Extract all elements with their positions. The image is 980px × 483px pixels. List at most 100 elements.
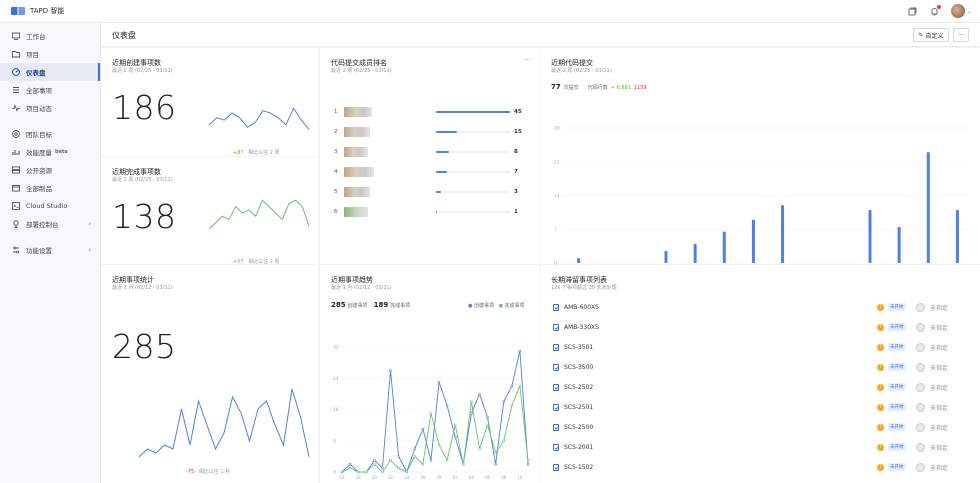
data-point [421,427,425,431]
bar [897,226,901,263]
app-logo[interactable]: TAPD 智能 [11,6,64,16]
sidebar-item-cloud-studio[interactable]: Cloud Studio [0,197,100,215]
data-point [405,470,408,474]
priority-icon: ! [877,383,884,391]
status-badge: 未开始 [888,443,906,451]
sidebar-item-team-goals[interactable]: 团队目标 [0,125,100,143]
avatar [916,322,925,332]
sidebar-item-workbench[interactable]: 工作台 [0,27,100,45]
data-point [486,423,489,427]
data-point [437,380,441,384]
more-button[interactable]: ··· [953,28,969,42]
y-tick-label: 8 [333,438,336,444]
delta-row: +87 相比以往 2 周 [233,149,280,156]
x-tick-label: 26 [420,475,426,480]
status-badge: 未开始 [888,363,906,371]
x-tick-label: 04 [469,475,475,480]
assignee: 未指定 [930,404,949,412]
chevron-right-icon: › [88,220,91,228]
sidebar-item-artifacts[interactable]: 全部制品 [0,179,100,197]
delta-row: -75 相比以往 1 月 [186,468,230,475]
sidebar-item-settings[interactable]: 功能设置 › [0,241,100,259]
task-icon [553,303,559,311]
bar [693,243,697,263]
data-point [494,462,497,466]
data-point [445,458,449,462]
rank-index: 1 [334,109,338,115]
rank-value: 7 [514,169,518,175]
member-avatar-blurred [344,147,368,157]
sidebar-item-dashboard[interactable]: 仪表盘 [0,63,100,81]
sidebar-item-label: 团队目标 [26,131,52,139]
user-menu[interactable]: ⌄ [950,4,972,18]
stale-item[interactable]: SCS-2502 ! 未开始 未指定 [553,377,958,397]
item-id: SCS-2500 [564,423,594,431]
bar [955,209,959,263]
x-tick-label: 28 [436,475,442,480]
card-stale-items: 长期滞留事项列表 126 个事项超过 28 天未处理 AMB-600XS ! 未… [540,265,980,483]
priority-icon: ! [877,343,884,351]
sidebar-item-deploy-console[interactable]: 部署控制台 › [0,215,100,233]
avatar[interactable] [950,4,965,18]
stale-item[interactable]: SCS-3501 ! 未开始 未指定 [553,337,958,357]
data-point [356,470,360,474]
stale-item[interactable]: AMB-330XS ! 未开始 未指定 [553,317,958,337]
status-badge: 未开始 [888,303,906,311]
stale-item[interactable]: SCS-2501 ! 未开始 未指定 [553,397,958,417]
stale-item[interactable]: SCS-3500 ! 未开始 未指定 [553,357,958,377]
window-icon[interactable] [907,5,919,17]
stale-item[interactable]: AMB-600XS ! 未开始 未指定 [553,297,958,317]
bar [577,258,581,263]
settings-icon [11,246,20,255]
sparkline-stats [138,388,310,458]
sparkline-created [208,107,310,130]
data-point [340,470,344,474]
data-point [502,400,506,403]
card-recent-commits: 近期代码提交 最近 2 周 (02/25 - 03/11) 77 次提交 代码行… [540,48,980,272]
data-point [478,392,481,396]
task-icon [553,383,559,391]
sidebar-item-label: 全部事项 [26,87,52,95]
big-number: 186 [112,88,177,127]
customize-label: 自定义 [925,32,944,40]
stale-item[interactable]: SCS-2500 ! 未开始 未指定 [553,417,958,437]
top-bar: TAPD 智能 ⌄ [0,0,980,23]
data-point [348,462,352,466]
member-avatar-blurred [344,207,368,217]
big-number: 285 [112,327,177,366]
status-badge: 未开始 [888,403,906,411]
sidebar-item-activity[interactable]: 项目动态 [0,99,100,117]
dashboard-header: 仪表盘 ✎ 自定义 ··· [101,23,980,47]
x-tick-label: 08 [501,475,507,480]
data-point [348,466,352,470]
assignee: 未指定 [930,444,949,452]
member-avatar-blurred [344,107,372,117]
item-id: SCS-2501 [564,403,594,411]
page-title: 仪表盘 [112,31,136,40]
y-tick-label: 0 [333,470,336,476]
card-subtitle: 最近 2 周 (02/25 - 03/11) [112,68,173,74]
data-point [453,435,457,439]
card-subtitle: 最近 1 月 (02/12 - 03/11) [112,285,173,291]
item-id: AMB-330XS [564,323,599,331]
stale-item[interactable]: SCS-1502 ! 未开始 未指定 [553,457,958,477]
customize-button[interactable]: ✎ 自定义 [913,28,949,42]
task-icon [553,423,559,431]
stale-item[interactable]: SCS-2001 ! 未开始 未指定 [553,437,958,457]
ranking-row: 3 8 [334,145,524,159]
more-icon[interactable]: ··· [524,56,531,64]
sidebar-item-public-resources[interactable]: 公开资源 [0,161,100,179]
avatar [916,442,925,452]
rank-bar-fill [436,151,450,153]
delta-row: +57 相比以往 2 周 [233,258,280,265]
x-tick-label: 06 [485,475,491,480]
bell-icon[interactable] [929,5,941,17]
sidebar-item-label: 仪表盘 [26,69,46,77]
trend-line-chart: 0816243216 18 20 22 24 26 28 02 04 06 08 10 [333,345,530,480]
task-icon [553,343,559,351]
sidebar-item-all-items[interactable]: 全部事项 [0,81,100,99]
sidebar-item-metrics[interactable]: 效能度量 beta [0,143,100,161]
sidebar-item-projects[interactable]: 项目 [0,45,100,63]
x-tick-label: 24 [404,475,410,480]
avatar [916,382,925,392]
